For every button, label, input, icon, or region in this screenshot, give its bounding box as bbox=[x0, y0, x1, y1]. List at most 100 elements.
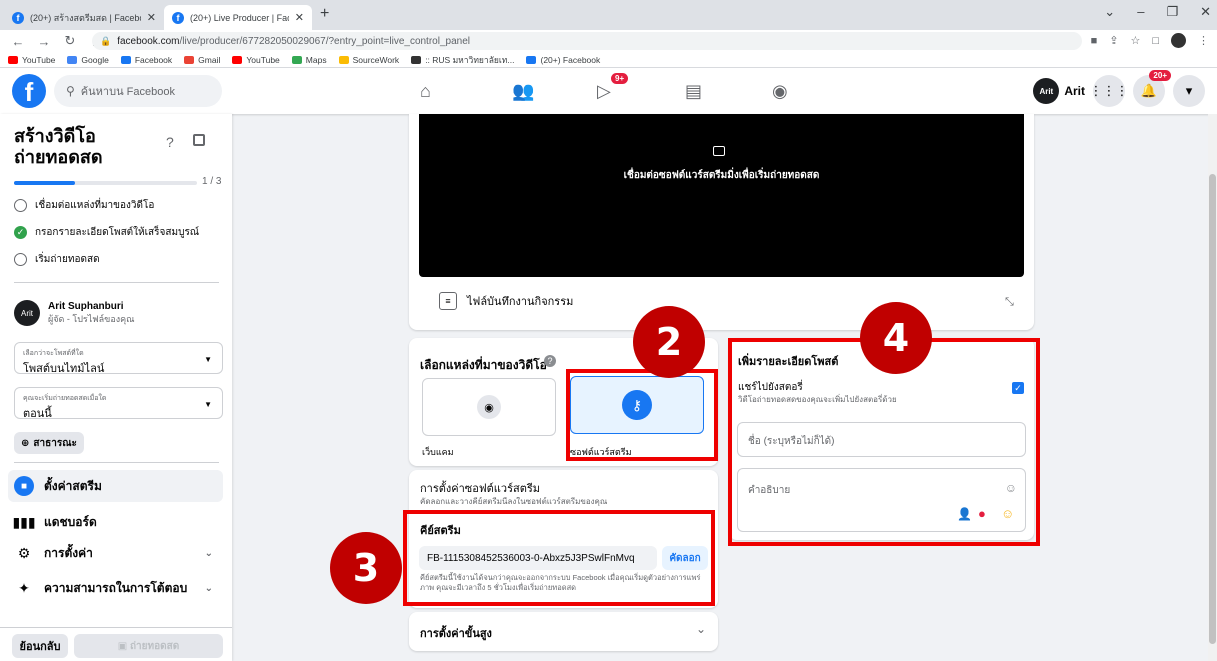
marketplace-icon[interactable]: ▤ bbox=[685, 81, 702, 102]
streaming-software-source-button[interactable]: ⚷ bbox=[570, 376, 704, 434]
avatar: Arit bbox=[14, 300, 40, 326]
close-tab-icon[interactable]: ✕ bbox=[295, 11, 304, 24]
menu-label: ตั้งค่าสตรีม bbox=[44, 478, 102, 493]
bookmark-item[interactable]: :: RUS มหาวิทยาลัยเท... bbox=[411, 53, 514, 67]
menu-stream-setup[interactable]: ■ ตั้งค่าสตรีม bbox=[8, 470, 223, 502]
video-preview: เชื่อมต่อซอฟต์แวร์สตรีมมิ่งเพื่อเริ่มถ่า… bbox=[419, 114, 1024, 277]
share-icon[interactable]: ⇪ bbox=[1109, 34, 1118, 47]
audience-button[interactable]: ⊕ สาธารณะ bbox=[14, 432, 84, 454]
caret-down-icon: ▼ bbox=[204, 400, 212, 409]
bookmark-item[interactable]: Facebook bbox=[120, 54, 173, 65]
stream-key-field[interactable]: FB-1115308452536003-0-Abxz5J3PSwlFnMvq bbox=[419, 546, 657, 570]
start-time-select[interactable]: คุณจะเริ่มถ่ายทอดสดเมื่อใด ตอนนี้ ▼ bbox=[14, 387, 223, 420]
search-input[interactable]: ⚲ ค้นหาบน Facebook bbox=[54, 75, 222, 107]
url-host: facebook.com bbox=[117, 35, 180, 47]
progress-bar bbox=[14, 181, 197, 185]
bookmark-label: Facebook bbox=[134, 54, 173, 65]
browser-tab[interactable]: f (20+) สร้างสตรีมสด | Facebook ✕ bbox=[4, 5, 164, 30]
document-icon: ≡ bbox=[439, 292, 457, 310]
title-input[interactable]: ชื่อ (ระบุหรือไม่ก็ได้) bbox=[737, 422, 1026, 457]
new-tab-button[interactable]: + bbox=[320, 5, 329, 23]
step-label: เชื่อมต่อแหล่งที่มาของวิดีโอ bbox=[35, 200, 155, 211]
profile-avatar[interactable] bbox=[1171, 33, 1186, 48]
back-button[interactable]: ย้อนกลับ bbox=[12, 634, 68, 658]
post-where-select[interactable]: เลือกว่าจะโพสต์ที่ใด โพสต์บนไทม์ไลน์ ▼ bbox=[14, 342, 223, 375]
back-arrow-icon[interactable]: ← bbox=[10, 34, 26, 49]
host-name: Arit Suphanburi bbox=[48, 300, 124, 312]
progress-fill bbox=[14, 181, 75, 185]
emoji-icon[interactable]: ☺ bbox=[1005, 481, 1017, 495]
bookmark-item[interactable]: Google bbox=[67, 55, 109, 65]
tab-title: (20+) Live Producer | Facebook bbox=[190, 12, 289, 23]
facebook-logo-icon[interactable]: f bbox=[12, 74, 46, 108]
bookmark-favicon-icon bbox=[526, 55, 537, 64]
notifications-button[interactable]: 🔔 20+ bbox=[1133, 70, 1171, 107]
feeling-icon[interactable]: ☺ bbox=[1001, 506, 1014, 521]
watch-icon[interactable]: ▷ bbox=[597, 81, 611, 102]
bookmark-star-icon[interactable]: ☆ bbox=[1130, 34, 1140, 47]
browser-tab-active[interactable]: f (20+) Live Producer | Facebook ✕ bbox=[164, 5, 312, 30]
bookmark-item[interactable]: SourceWork bbox=[338, 55, 399, 65]
camera-icon[interactable]: ■ bbox=[1091, 35, 1098, 47]
scrollbar-thumb[interactable] bbox=[1209, 174, 1216, 644]
divider bbox=[14, 462, 219, 463]
webcam-source-button[interactable]: ◉ bbox=[422, 378, 556, 436]
collapse-panel-icon[interactable] bbox=[193, 134, 205, 146]
extensions-icon[interactable]: □ bbox=[1152, 35, 1159, 47]
step-label: กรอกรายละเอียดโพสต์ให้เสร็จสมบูรณ์ bbox=[35, 227, 200, 238]
groups-icon[interactable]: ◉ bbox=[772, 81, 788, 102]
address-bar: ← → ↻ ⌂ 🔒 facebook.com/live/producer/677… bbox=[0, 30, 1217, 52]
restore-button[interactable]: ❐ bbox=[1166, 4, 1178, 20]
menu-grid-button[interactable]: ⋮⋮⋮ bbox=[1090, 75, 1129, 107]
go-live-button[interactable]: ▣ ถ่ายทอดสด bbox=[74, 634, 223, 658]
bookmark-label: YouTube bbox=[22, 54, 56, 65]
sidebar-footer: ย้อนกลับ ▣ ถ่ายทอดสด bbox=[0, 627, 232, 661]
reload-icon[interactable]: ↻ bbox=[62, 33, 78, 49]
search-icon: ⚲ bbox=[66, 84, 75, 98]
bookmark-item[interactable]: Maps bbox=[291, 55, 327, 65]
lock-icon: 🔒 bbox=[100, 35, 112, 46]
bookmark-favicon-icon bbox=[184, 55, 195, 64]
close-tab-icon[interactable]: ✕ bbox=[147, 11, 156, 24]
description-input[interactable]: คำอธิบาย ☺ 👤 ● ☺ bbox=[737, 468, 1026, 532]
grid-icon: ⋮⋮⋮ bbox=[1089, 83, 1129, 98]
url-field[interactable]: 🔒 facebook.com/live/producer/67728205002… bbox=[92, 32, 1082, 50]
menu-settings[interactable]: ⚙ การตั้งค่า ⌄ bbox=[8, 537, 223, 569]
description-placeholder: คำอธิบาย bbox=[748, 485, 791, 496]
step-post-details: ✓ กรอกรายละเอียดโพสต์ให้เสร็จสมบูรณ์ bbox=[14, 225, 199, 240]
search-placeholder: ค้นหาบน Facebook bbox=[80, 86, 175, 98]
account-menu-button[interactable]: ▾ bbox=[1173, 75, 1205, 107]
profile-chip[interactable]: Arit Arit bbox=[1033, 78, 1085, 104]
bookmark-item[interactable]: Gmail bbox=[184, 55, 220, 65]
friends-icon[interactable]: 👥 bbox=[512, 81, 534, 102]
step-pending-icon bbox=[14, 199, 27, 212]
chevron-down-icon: ⌄ bbox=[204, 582, 213, 594]
bookmark-item[interactable]: (20+) Facebook bbox=[526, 55, 600, 65]
page-scrollbar[interactable] bbox=[1208, 114, 1217, 661]
bookmark-item[interactable]: YouTube bbox=[232, 55, 280, 65]
copy-button[interactable]: คัดลอก bbox=[662, 546, 708, 570]
key-icon: ⚷ bbox=[622, 390, 652, 420]
notification-badge: 20+ bbox=[1149, 70, 1171, 81]
step-connect-source: เชื่อมต่อแหล่งที่มาของวิดีโอ bbox=[14, 198, 154, 213]
menu-label: ความสามารถในการโต้ตอบ bbox=[44, 580, 188, 595]
tab-search-icon[interactable]: ⌄ bbox=[1104, 4, 1115, 20]
share-story-checkbox[interactable]: ✓ bbox=[1012, 382, 1024, 394]
home-icon[interactable]: ⌂ bbox=[420, 81, 431, 102]
more-menu-icon[interactable]: ⋮ bbox=[1198, 34, 1209, 47]
location-pin-icon[interactable]: ● bbox=[978, 506, 986, 521]
forward-arrow-icon[interactable]: → bbox=[36, 34, 52, 49]
help-icon[interactable]: ? bbox=[166, 134, 174, 150]
source-title: เลือกแหล่งที่มาของวิดีโอ bbox=[420, 358, 547, 372]
activity-log-button[interactable]: ≡ ไฟล์บันทึกงานกิจกรรม bbox=[439, 292, 573, 310]
menu-interactivity[interactable]: ✦ ความสามารถในการโต้ตอบ ⌄ bbox=[8, 572, 223, 604]
menu-dashboard[interactable]: ▮▮▮ แดชบอร์ด bbox=[8, 506, 223, 538]
close-window-button[interactable]: ✕ bbox=[1200, 4, 1211, 20]
check-circle-icon: ✓ bbox=[14, 226, 27, 239]
expand-icon[interactable]: ⤡ bbox=[1005, 296, 1014, 309]
tag-people-icon[interactable]: 👤 bbox=[957, 507, 972, 521]
bookmark-item[interactable]: YouTube bbox=[8, 55, 55, 65]
help-icon[interactable]: ? bbox=[544, 355, 556, 367]
advanced-settings-row[interactable]: การตั้งค่าขั้นสูง ⌄ bbox=[409, 612, 718, 651]
minimize-button[interactable]: – bbox=[1137, 4, 1144, 20]
